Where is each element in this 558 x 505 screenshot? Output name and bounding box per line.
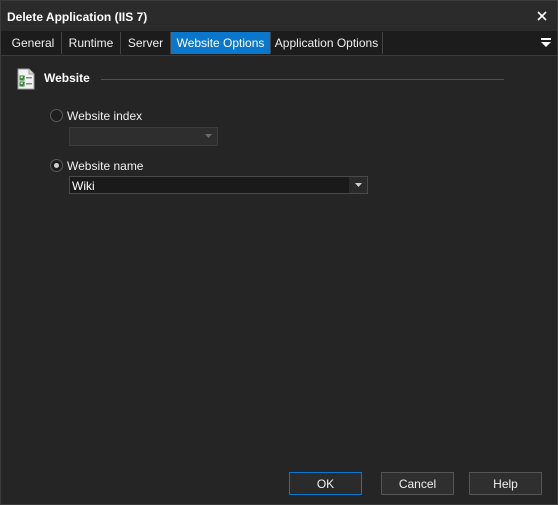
help-button[interactable]: Help [469,472,542,495]
window-title: Delete Application (IIS 7) [7,10,148,24]
website-index-dropdown[interactable] [69,127,218,146]
dropdown-button[interactable] [349,177,367,193]
tab-menu-button[interactable] [541,37,551,49]
tab-general[interactable]: General [5,32,62,54]
website-name-dropdown[interactable]: Wiki [69,176,368,194]
section-title: Website [44,71,90,85]
chevron-down-icon [354,183,362,187]
cancel-button[interactable]: Cancel [381,472,454,495]
close-button[interactable] [531,5,553,27]
website-name-value: Wiki [72,179,95,193]
close-icon [537,11,547,21]
tab-runtime[interactable]: Runtime [62,32,121,54]
website-name-label[interactable]: Website name [67,159,143,173]
dialog-window: Delete Application (IIS 7) General Runti… [0,0,558,505]
website-index-label[interactable]: Website index [67,109,142,123]
tab-website-options[interactable]: Website Options [171,32,271,54]
tab-application-options[interactable]: Application Options [271,32,383,54]
dropdown-button[interactable] [199,128,217,144]
tab-bar: General Runtime Server Website Options A… [1,31,557,56]
hamburger-menu-icon [541,38,551,47]
section-divider [101,79,504,80]
tab-server[interactable]: Server [121,32,171,54]
title-bar: Delete Application (IIS 7) [1,1,557,31]
website-index-radio[interactable] [50,109,63,122]
website-name-radio[interactable] [50,159,63,172]
chevron-down-icon [204,134,212,138]
ok-button[interactable]: OK [289,472,362,495]
checklist-document-icon [16,68,36,90]
